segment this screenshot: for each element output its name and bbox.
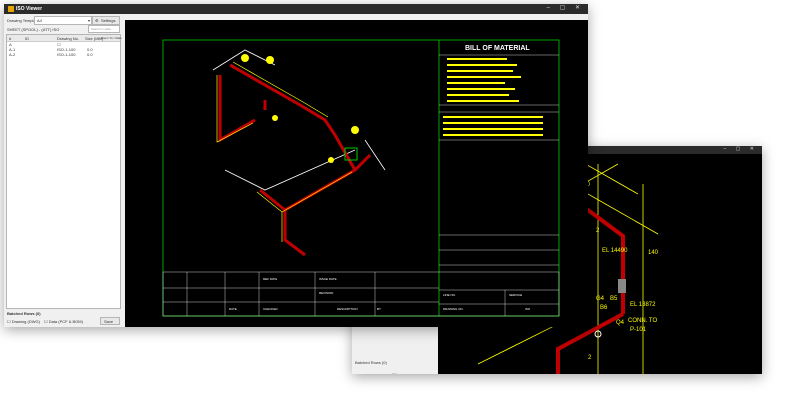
row-size: 0.0: [87, 52, 93, 57]
dim-line: [224, 149, 356, 191]
row-drawing-no: ISO-1-100: [57, 52, 76, 57]
window-title: ISO Viewer: [16, 6, 43, 12]
connection-label: P-101: [630, 327, 647, 333]
table-header: # ID Drawing No. Size (MM) Zoom To / Atl…: [7, 35, 122, 42]
tag-label: G4: [596, 296, 605, 302]
settings-button[interactable]: ⚙ Settings: [92, 16, 120, 25]
batch-option-dwg[interactable]: ☐ Drawing (DWG): [7, 319, 40, 324]
bom-text-line: [447, 64, 517, 66]
bom-text-line: [443, 128, 543, 130]
pipe-segment: [218, 75, 256, 143]
column-header[interactable]: Zoom To / Atlas: [101, 36, 122, 40]
title-block-label: ISSUE DATE: [319, 277, 337, 281]
window-controls[interactable]: – ▢ ✕: [547, 4, 584, 11]
callout-bubble: [272, 115, 278, 121]
bom-text-line: [447, 94, 509, 96]
tag-label: B5: [610, 296, 618, 302]
elevation-label: EL 13872: [630, 302, 656, 308]
template-value: A4: [37, 18, 42, 23]
column-header[interactable]: Drawing No.: [57, 36, 79, 41]
tag-label: B6: [600, 305, 608, 311]
elevation-label: EL 14490: [602, 248, 628, 254]
pipe-segment: [229, 63, 357, 171]
column-header[interactable]: #: [9, 36, 11, 41]
pipe-segment: [259, 153, 372, 212]
back-batch-title: Batched Rows (0): [355, 360, 387, 365]
search-input[interactable]: Search in table: [88, 25, 120, 33]
search-placeholder: Search in table: [91, 27, 112, 31]
table-row[interactable]: A-2 ISO-1-100 0.0: [7, 52, 120, 57]
bom-text-line: [447, 70, 513, 72]
pipe-segment: [283, 210, 306, 257]
title-block-label: DESCRIPTION: [337, 307, 358, 311]
title-block-label: DRAWING NO.: [443, 307, 464, 311]
callout-bubble: [266, 56, 274, 64]
title-block-label: BY: [377, 307, 381, 311]
batch-title: Batched Rows (0): [7, 311, 41, 316]
batch-option-data[interactable]: ☐ Data (PCF & BOM): [44, 319, 83, 324]
app-logo-icon: [8, 6, 14, 12]
title-block-label: CHECKED: [263, 307, 279, 311]
front-title-bar: ISO Viewer – ▢ ✕: [4, 4, 588, 14]
pipe-segment: [586, 208, 625, 314]
batch-option-label: Drawing (DWG): [11, 319, 40, 324]
window-controls[interactable]: – ▢ ✕: [724, 146, 758, 152]
path-text: SHEET (SPOOL) - (ATT) ISO: [7, 27, 60, 32]
item-number: 2: [588, 355, 592, 361]
title-block: [162, 271, 560, 317]
bom-text-line: [447, 58, 507, 60]
callout-bubble: [328, 157, 334, 163]
connection-label: CONN. TO: [628, 318, 657, 324]
title-block-label: SERVICE: [509, 293, 522, 297]
template-select[interactable]: A4 ▾: [34, 16, 92, 25]
title-block-label: ISO: [525, 307, 531, 311]
save-label: Save: [104, 319, 114, 324]
drawing-table: # ID Drawing No. Size (MM) Zoom To / Atl…: [6, 34, 122, 309]
left-panel: Drawing Template: A4 ▾ ⚙ Settings SHEET …: [4, 14, 122, 327]
valve-symbol: [618, 279, 626, 293]
cad-viewport[interactable]: BILL OF MATERIAL REF DWG ISSUE DATE REVI…: [125, 20, 588, 327]
title-block-label: REF DWG: [263, 277, 278, 281]
column-header[interactable]: ID: [25, 36, 29, 41]
title-block-label: LINE NO.: [443, 293, 456, 297]
bom-text-line: [443, 116, 543, 118]
gear-icon: ⚙: [95, 18, 99, 23]
bom-text-line: [447, 82, 505, 84]
dim-line: [232, 61, 329, 118]
row-id: A-2: [9, 52, 16, 57]
item-number: 2: [596, 228, 600, 234]
batch-option-label: Data (PCF & BOM): [48, 319, 83, 324]
save-button[interactable]: Save: [100, 317, 120, 325]
bom-text-line: [447, 100, 519, 102]
dimension-label: 140: [648, 250, 659, 256]
drawing-frame: [162, 39, 560, 317]
bom-text-line: [443, 134, 543, 136]
iso-drawing: BILL OF MATERIAL REF DWG ISSUE DATE REVI…: [162, 39, 560, 317]
callout-bubble: [241, 54, 249, 62]
tag-label: Q4: [616, 320, 625, 326]
bom-title: BILL OF MATERIAL: [465, 45, 530, 52]
chevron-down-icon: ▾: [87, 18, 90, 23]
callout-bubble: [351, 126, 359, 134]
back-status: 0%: [392, 372, 398, 374]
dim-line: [477, 323, 559, 365]
bom-text-line: [443, 122, 543, 124]
bom-text-line: [447, 88, 515, 90]
settings-label: Settings: [101, 18, 116, 23]
dim-line: [256, 171, 353, 213]
front-window: ISO Viewer – ▢ ✕ Drawing Template: A4 ▾ …: [4, 4, 588, 327]
bom-text-line: [447, 76, 521, 78]
title-block-label: REVISION: [319, 291, 333, 295]
title-block-label: DATE: [229, 307, 237, 311]
